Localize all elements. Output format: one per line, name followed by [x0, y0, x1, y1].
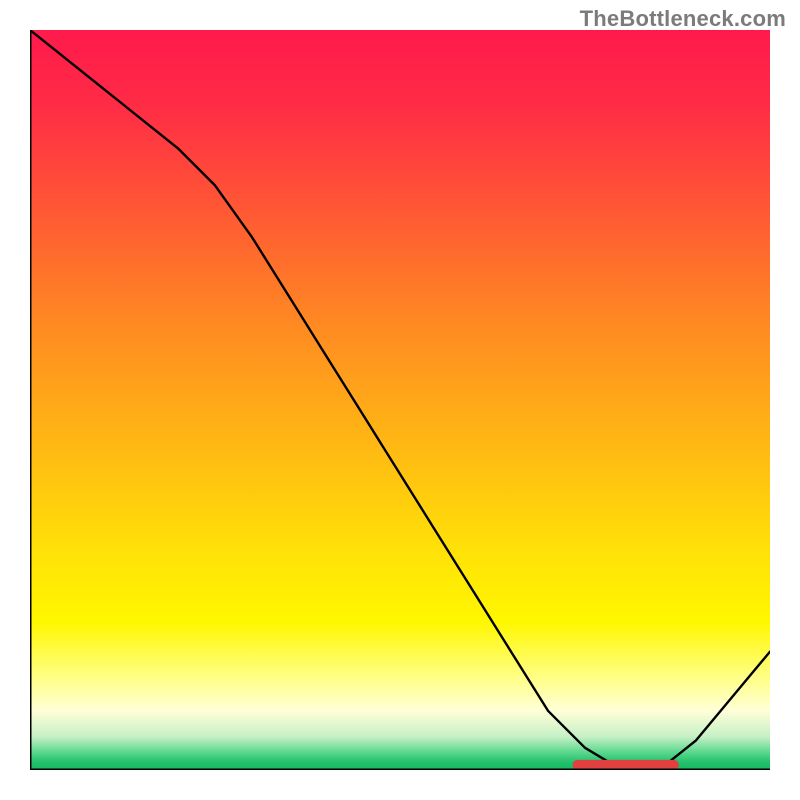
- chart-container: TheBottleneck.com: [0, 0, 800, 800]
- bottleneck-chart: [30, 30, 770, 770]
- chart-background: [30, 30, 770, 770]
- watermark-label: TheBottleneck.com: [580, 6, 786, 32]
- chart-svg: [30, 30, 770, 770]
